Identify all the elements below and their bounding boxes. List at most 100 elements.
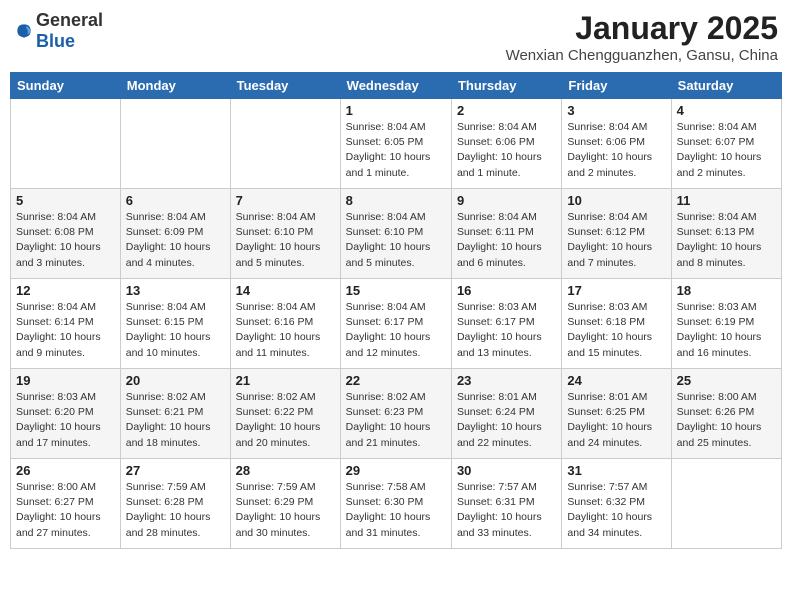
calendar-cell: 16Sunrise: 8:03 AM Sunset: 6:17 PM Dayli… — [451, 279, 561, 369]
day-number: 8 — [346, 193, 446, 208]
calendar-cell: 31 Sunrise: 7:57 AM Sunset: 6:32 PM Dayli… — [562, 459, 671, 549]
logo: General Blue — [14, 10, 103, 52]
calendar-cell: 7 Sunrise: 8:04 AM Sunset: 6:10 PM Daylig… — [230, 189, 340, 279]
calendar-cell: 3Sunrise: 8:04 AM Sunset: 6:06 PM Daylig… — [562, 99, 671, 189]
day-info: Sunrise: 7:59 AM Sunset: 6:29 PM Dayligh… — [236, 480, 335, 541]
day-number: 15 — [346, 283, 446, 298]
day-info: Sunrise: 7:58 AM Sunset: 6:30 PM Dayligh… — [346, 480, 446, 541]
calendar-cell: 15 Sunrise: 8:04 AM Sunset: 6:17 PM Dayli… — [340, 279, 451, 369]
weekday-header: Wednesday — [340, 73, 451, 99]
day-info: Sunrise: 7:57 AM Sunset: 6:32 PM Dayligh… — [567, 480, 665, 541]
weekday-header: Tuesday — [230, 73, 340, 99]
day-number: 7 — [236, 193, 335, 208]
day-number: 5 — [16, 193, 115, 208]
day-info: Sunrise: 8:04 AM Sunset: 6:11 PM Dayligh… — [457, 210, 556, 271]
day-info: Sunrise: 8:04 AM Sunset: 6:16 PM Dayligh… — [236, 300, 335, 361]
calendar-cell: 17Sunrise: 8:03 AM Sunset: 6:18 PM Dayli… — [562, 279, 671, 369]
calendar-cell: 12 Sunrise: 8:04 AM Sunset: 6:14 PM Dayli… — [11, 279, 121, 369]
day-number: 23 — [457, 373, 556, 388]
calendar-cell: 11Sunrise: 8:04 AM Sunset: 6:13 PM Dayli… — [671, 189, 781, 279]
logo-blue: Blue — [36, 31, 75, 51]
day-number: 13 — [126, 283, 225, 298]
calendar-cell: 24 Sunrise: 8:01 AM Sunset: 6:25 PM Dayli… — [562, 369, 671, 459]
day-info: Sunrise: 8:04 AM Sunset: 6:07 PM Dayligh… — [677, 120, 776, 181]
day-info: Sunrise: 8:03 AM Sunset: 6:19 PM Dayligh… — [677, 300, 776, 361]
day-number: 4 — [677, 103, 776, 118]
calendar-cell: 21 Sunrise: 8:02 AM Sunset: 6:22 PM Dayli… — [230, 369, 340, 459]
day-info: Sunrise: 8:04 AM Sunset: 6:08 PM Dayligh… — [16, 210, 115, 271]
weekday-header-row: SundayMondayTuesdayWednesdayThursdayFrid… — [11, 73, 782, 99]
day-number: 3 — [567, 103, 665, 118]
day-info: Sunrise: 8:02 AM Sunset: 6:21 PM Dayligh… — [126, 390, 225, 451]
calendar-cell: 2Sunrise: 8:04 AM Sunset: 6:06 PM Daylig… — [451, 99, 561, 189]
calendar-week-row: 19Sunrise: 8:03 AM Sunset: 6:20 PM Dayli… — [11, 369, 782, 459]
calendar-cell: 10Sunrise: 8:04 AM Sunset: 6:12 PM Dayli… — [562, 189, 671, 279]
calendar-cell: 19Sunrise: 8:03 AM Sunset: 6:20 PM Dayli… — [11, 369, 121, 459]
day-number: 20 — [126, 373, 225, 388]
day-info: Sunrise: 8:04 AM Sunset: 6:13 PM Dayligh… — [677, 210, 776, 271]
calendar-cell: 25 Sunrise: 8:00 AM Sunset: 6:26 PM Dayli… — [671, 369, 781, 459]
calendar-week-row: 1Sunrise: 8:04 AM Sunset: 6:05 PM Daylig… — [11, 99, 782, 189]
day-info: Sunrise: 8:02 AM Sunset: 6:23 PM Dayligh… — [346, 390, 446, 451]
day-info: Sunrise: 8:04 AM Sunset: 6:10 PM Dayligh… — [346, 210, 446, 271]
calendar-cell: 30 Sunrise: 7:57 AM Sunset: 6:31 PM Dayli… — [451, 459, 561, 549]
calendar-cell: 23 Sunrise: 8:01 AM Sunset: 6:24 PM Dayli… — [451, 369, 561, 459]
day-number: 6 — [126, 193, 225, 208]
month-title: January 2025 — [506, 10, 778, 47]
day-info: Sunrise: 8:01 AM Sunset: 6:24 PM Dayligh… — [457, 390, 556, 451]
calendar-cell: 20 Sunrise: 8:02 AM Sunset: 6:21 PM Dayli… — [120, 369, 230, 459]
calendar-week-row: 26Sunrise: 8:00 AM Sunset: 6:27 PM Dayli… — [11, 459, 782, 549]
day-info: Sunrise: 8:03 AM Sunset: 6:20 PM Dayligh… — [16, 390, 115, 451]
day-number: 30 — [457, 463, 556, 478]
day-info: Sunrise: 8:04 AM Sunset: 6:12 PM Dayligh… — [567, 210, 665, 271]
calendar: SundayMondayTuesdayWednesdayThursdayFrid… — [10, 72, 782, 549]
day-number: 12 — [16, 283, 115, 298]
weekday-header: Sunday — [11, 73, 121, 99]
location-title: Wenxian Chengguanzhen, Gansu, China — [506, 47, 778, 64]
calendar-week-row: 12 Sunrise: 8:04 AM Sunset: 6:14 PM Dayli… — [11, 279, 782, 369]
day-number: 31 — [567, 463, 665, 478]
day-number: 1 — [346, 103, 446, 118]
day-number: 29 — [346, 463, 446, 478]
calendar-cell: 26Sunrise: 8:00 AM Sunset: 6:27 PM Dayli… — [11, 459, 121, 549]
day-info: Sunrise: 7:57 AM Sunset: 6:31 PM Dayligh… — [457, 480, 556, 541]
page-header: General Blue January 2025 Wenxian Chengg… — [10, 10, 782, 64]
day-info: Sunrise: 8:04 AM Sunset: 6:10 PM Dayligh… — [236, 210, 335, 271]
day-info: Sunrise: 8:02 AM Sunset: 6:22 PM Dayligh… — [236, 390, 335, 451]
calendar-cell: 5 Sunrise: 8:04 AM Sunset: 6:08 PM Daylig… — [11, 189, 121, 279]
day-info: Sunrise: 8:03 AM Sunset: 6:17 PM Dayligh… — [457, 300, 556, 361]
day-number: 21 — [236, 373, 335, 388]
day-number: 25 — [677, 373, 776, 388]
day-number: 18 — [677, 283, 776, 298]
weekday-header: Saturday — [671, 73, 781, 99]
calendar-cell: 9 Sunrise: 8:04 AM Sunset: 6:11 PM Daylig… — [451, 189, 561, 279]
day-number: 22 — [346, 373, 446, 388]
calendar-week-row: 5 Sunrise: 8:04 AM Sunset: 6:08 PM Daylig… — [11, 189, 782, 279]
weekday-header: Friday — [562, 73, 671, 99]
weekday-header: Thursday — [451, 73, 561, 99]
calendar-cell: 8 Sunrise: 8:04 AM Sunset: 6:10 PM Daylig… — [340, 189, 451, 279]
day-info: Sunrise: 8:04 AM Sunset: 6:06 PM Dayligh… — [457, 120, 556, 181]
calendar-cell: 18 Sunrise: 8:03 AM Sunset: 6:19 PM Dayli… — [671, 279, 781, 369]
weekday-header: Monday — [120, 73, 230, 99]
calendar-cell: 22 Sunrise: 8:02 AM Sunset: 6:23 PM Dayli… — [340, 369, 451, 459]
calendar-cell: 13Sunrise: 8:04 AM Sunset: 6:15 PM Dayli… — [120, 279, 230, 369]
day-info: Sunrise: 8:04 AM Sunset: 6:17 PM Dayligh… — [346, 300, 446, 361]
day-info: Sunrise: 8:00 AM Sunset: 6:27 PM Dayligh… — [16, 480, 115, 541]
day-info: Sunrise: 8:01 AM Sunset: 6:25 PM Dayligh… — [567, 390, 665, 451]
calendar-cell — [120, 99, 230, 189]
calendar-cell: 29 Sunrise: 7:58 AM Sunset: 6:30 PM Dayli… — [340, 459, 451, 549]
day-info: Sunrise: 8:00 AM Sunset: 6:26 PM Dayligh… — [677, 390, 776, 451]
calendar-cell: 28Sunrise: 7:59 AM Sunset: 6:29 PM Dayli… — [230, 459, 340, 549]
calendar-cell — [11, 99, 121, 189]
logo-icon — [14, 21, 34, 41]
day-number: 9 — [457, 193, 556, 208]
day-info: Sunrise: 8:04 AM Sunset: 6:14 PM Dayligh… — [16, 300, 115, 361]
day-number: 14 — [236, 283, 335, 298]
calendar-cell — [671, 459, 781, 549]
day-number: 24 — [567, 373, 665, 388]
title-block: January 2025 Wenxian Chengguanzhen, Gans… — [506, 10, 778, 64]
day-info: Sunrise: 8:04 AM Sunset: 6:09 PM Dayligh… — [126, 210, 225, 271]
day-number: 17 — [567, 283, 665, 298]
calendar-cell — [230, 99, 340, 189]
